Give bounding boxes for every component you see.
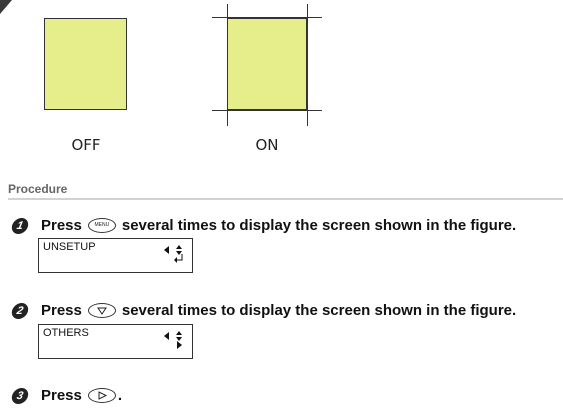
step-2: 2 Press several times to display the scr… bbox=[10, 302, 517, 319]
right-key-icon bbox=[87, 388, 116, 403]
step-number: 2 bbox=[10, 302, 30, 319]
corner-triangle-mark bbox=[0, 0, 12, 14]
step-3: 3 Press . bbox=[10, 387, 123, 404]
step-text-after: several times to display the screen show… bbox=[121, 302, 517, 319]
lcd-text: UNSETUP bbox=[43, 241, 96, 253]
divider bbox=[8, 198, 563, 200]
step-1: 1 Press MENU several times to display th… bbox=[10, 217, 517, 234]
enter-icon bbox=[174, 251, 184, 269]
menu-key-icon: MENU bbox=[87, 218, 116, 233]
off-swatch bbox=[44, 18, 127, 110]
off-label: OFF bbox=[71, 136, 101, 154]
lcd-text: OTHERS bbox=[43, 327, 89, 339]
trim-line-right bbox=[307, 4, 308, 126]
trim-line-left bbox=[227, 4, 228, 126]
step-text-before: Press bbox=[41, 217, 82, 234]
step-text-before: Press bbox=[41, 302, 82, 319]
lcd-screen-unsetup: UNSETUP bbox=[38, 238, 193, 273]
procedure-heading: Procedure bbox=[8, 182, 68, 196]
trim-line-bottom bbox=[212, 110, 322, 111]
right-arrow-icon bbox=[176, 337, 184, 355]
step-number: 1 bbox=[10, 217, 30, 234]
step-text-after: . bbox=[117, 387, 123, 404]
lcd-screen-others: OTHERS bbox=[38, 324, 193, 359]
on-swatch bbox=[227, 18, 307, 110]
step-text-after: several times to display the screen show… bbox=[121, 217, 517, 234]
step-text-before: Press bbox=[41, 387, 82, 404]
trim-line-top bbox=[212, 17, 322, 18]
on-label: ON bbox=[255, 136, 279, 154]
down-key-icon bbox=[87, 303, 116, 318]
step-number: 3 bbox=[10, 387, 30, 404]
